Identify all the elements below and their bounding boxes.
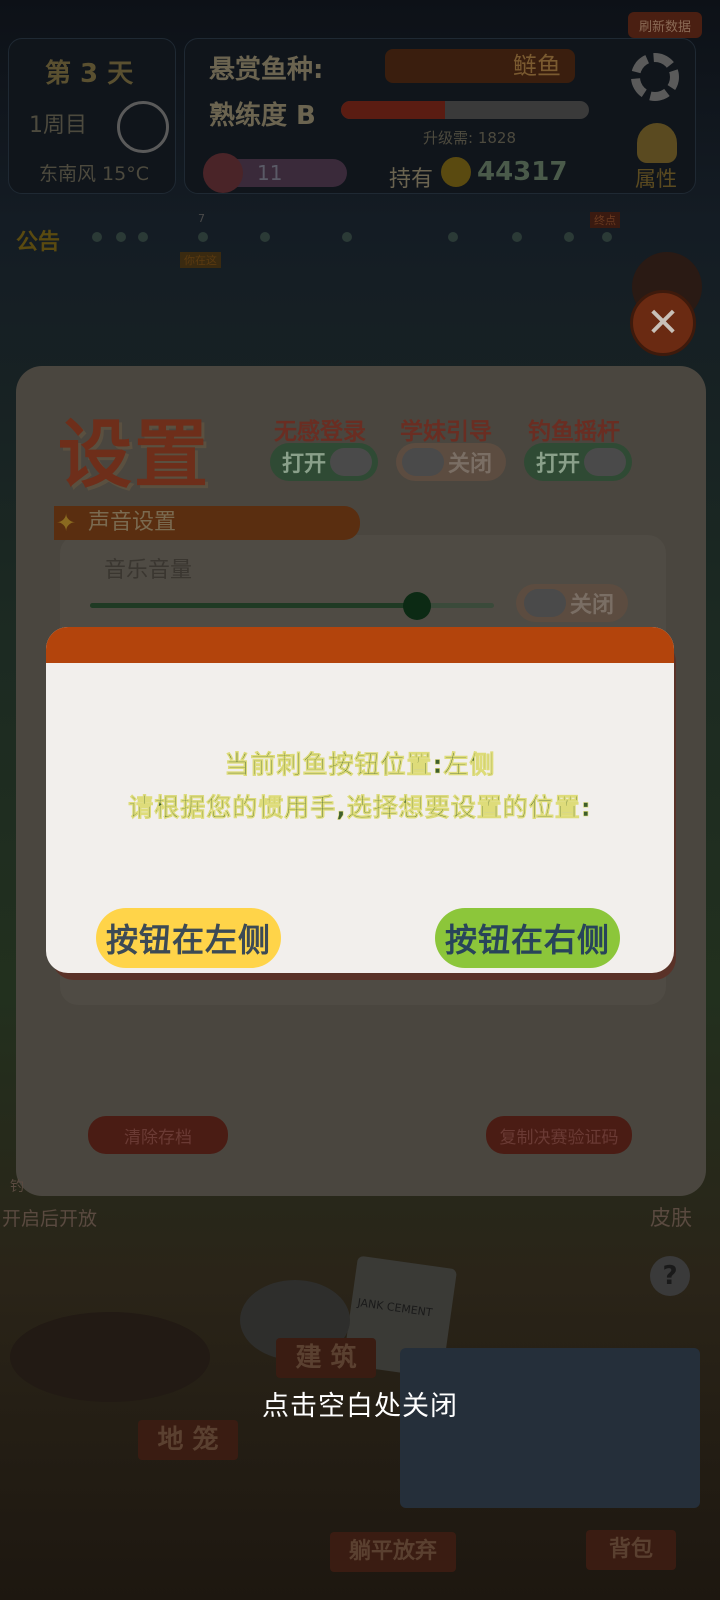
proficiency-label: 熟练度 B (209, 101, 316, 131)
joystick-state: 打开 (536, 452, 581, 477)
trap-button[interactable]: 地 笼 (138, 1420, 238, 1460)
status-card: 悬赏鱼种: 鲢鱼 熟练度 B 升级需: 1828 11 持有 44317 属性 (184, 38, 696, 194)
help-icon[interactable]: ? (650, 1256, 690, 1296)
left-side-button[interactable]: 按钮在左侧 (96, 908, 281, 968)
joystick-label: 钓鱼摇杆 (528, 419, 620, 445)
day-card: 第 3 天 1周目 东南风 15°C (8, 38, 176, 194)
upgrade-label: 升级需: 1828 (423, 129, 516, 147)
attribute-label[interactable]: 属性 (635, 163, 677, 193)
notice-tag: 你在这 (180, 252, 221, 268)
tap-to-close-hint: 点击空白处关闭 (262, 1391, 458, 1422)
proficiency-bar-fill (341, 101, 446, 119)
star-icon: ✦ (56, 509, 77, 537)
clear-save-button[interactable]: 清除存档 (88, 1116, 228, 1154)
guide-state: 关闭 (447, 452, 492, 477)
crate-prop (400, 1348, 700, 1508)
music-toggle-state: 关闭 (569, 593, 614, 618)
energy-value: 11 (257, 161, 283, 185)
guide-toggle[interactable]: 关闭 (396, 443, 506, 481)
music-volume-fill (90, 603, 418, 608)
coin-count: 44317 (477, 157, 568, 187)
notice-end-badge: 终点 (590, 212, 620, 228)
current-position-message: 当前刺鱼按钮位置:左侧 (224, 750, 496, 780)
skin-label[interactable]: 皮肤 (650, 1202, 692, 1232)
button-position-dialog: 当前刺鱼按钮位置:左侧 请根据您的惯用手,选择想要设置的位置: 按钮在左侧 按钮… (46, 627, 674, 973)
notice-bar: 公告 7 你在这 终点 (12, 212, 632, 268)
building-button[interactable]: 建 筑 (276, 1338, 376, 1378)
seamless-login-toggle[interactable]: 打开 (270, 443, 378, 481)
sound-section-header: 声音设置 (54, 506, 360, 540)
day-label: 第 3 天 (45, 59, 134, 89)
proficiency-bar (341, 101, 589, 119)
joystick-toggle[interactable]: 打开 (524, 443, 632, 481)
weather-label: 东南风 15°C (39, 163, 149, 185)
week-label: 1周目 (29, 113, 87, 138)
seamless-login-label: 无感登录 (274, 419, 366, 445)
cement-bag-label: JANK CEMENT (356, 1296, 434, 1320)
backpack-button[interactable]: 背包 (586, 1530, 676, 1570)
music-volume-label: 音乐音量 (104, 558, 193, 583)
music-toggle[interactable]: 关闭 (516, 584, 628, 622)
seamless-login-state: 打开 (282, 452, 327, 477)
coin-icon (441, 157, 471, 187)
holding-label: 持有 (389, 167, 434, 192)
settings-title: 设置 (58, 412, 210, 498)
choose-position-message: 请根据您的惯用手,选择想要设置的位置: (128, 793, 592, 823)
fishing-caption: 钓 (10, 1179, 24, 1195)
right-side-button[interactable]: 按钮在右侧 (435, 908, 620, 968)
copy-code-button[interactable]: 复制决赛验证码 (486, 1116, 632, 1154)
gear-icon[interactable] (631, 53, 679, 101)
dialog-header-bar (46, 627, 674, 663)
energy-drop-icon (203, 153, 243, 193)
unlock-caption: 开启后开放 (2, 1208, 98, 1230)
bounty-fish-tag: 鲢鱼 (385, 49, 575, 83)
close-settings-button[interactable]: ✕ (630, 290, 696, 356)
give-up-button[interactable]: 躺平放弃 (330, 1532, 456, 1572)
notice-marker: 7 (198, 212, 205, 225)
guide-label: 学妹引导 (400, 419, 492, 445)
refresh-data-button[interactable]: 刷新数据 (628, 12, 702, 38)
bounty-label: 悬赏鱼种: (209, 55, 324, 85)
sun-icon (117, 101, 169, 153)
notice-label: 公告 (16, 230, 61, 255)
attribute-icon[interactable] (637, 123, 677, 163)
